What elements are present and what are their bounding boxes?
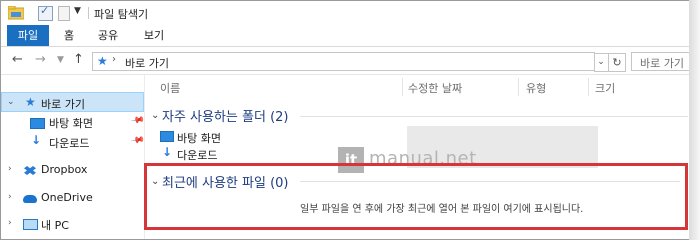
customize-toolbar-icon[interactable]: ▼ <box>74 6 81 16</box>
desktop-icon <box>160 131 174 142</box>
column-header-size[interactable]: 크기 <box>595 80 615 96</box>
window-title: 파일 탐색기 <box>94 8 149 21</box>
sidebar-item-this-pc[interactable]: › 내 PC <box>1 214 144 234</box>
pin-icon[interactable]: 📌 <box>130 134 145 149</box>
column-divider[interactable] <box>518 78 519 96</box>
quick-access-star-icon: ★ <box>97 54 108 68</box>
star-icon: ★ <box>25 95 36 109</box>
column-header-date-modified[interactable]: 수정한 날짜 <box>408 80 462 96</box>
tab-share[interactable]: 공유 <box>93 25 123 46</box>
item-label: 다운로드 <box>177 149 218 162</box>
title-separator <box>88 7 89 19</box>
download-icon: ↓ <box>31 133 42 147</box>
sidebar-item-desktop[interactable]: 바탕 화면 📌 <box>1 112 145 132</box>
desktop-icon <box>30 118 45 129</box>
column-divider[interactable] <box>588 78 589 96</box>
address-bar[interactable]: ★ › 바로 가기 <box>92 52 595 71</box>
navigation-pane: ⌄ ★ 바로 가기 바탕 화면 📌 ↓ 다운로드 📌 › Dropbox › O… <box>1 75 145 239</box>
cloud-icon <box>23 195 37 203</box>
highlight-box <box>144 163 688 230</box>
folder-icon <box>8 6 24 20</box>
expand-chevron-icon[interactable]: › <box>8 218 12 228</box>
properties-icon[interactable] <box>38 4 53 21</box>
tab-file[interactable]: 파일 <box>7 25 49 46</box>
expand-chevron-icon[interactable]: › <box>8 192 12 202</box>
expand-chevron-icon[interactable]: › <box>8 164 12 174</box>
breadcrumb[interactable]: 바로 가기 <box>125 55 169 71</box>
ribbon-tabs: 파일 홈 공유 보기 <box>1 25 698 47</box>
search-input[interactable]: 바로 가기 <box>631 52 693 71</box>
item-label: 바탕 화면 <box>177 132 221 145</box>
sidebar-item-label: 다운로드 <box>49 137 90 150</box>
page-edge-shadow <box>689 0 700 240</box>
sidebar-item-downloads[interactable]: ↓ 다운로드 📌 <box>1 132 145 152</box>
up-arrow-icon[interactable]: ↑ <box>73 52 84 67</box>
sidebar-item-label: 내 PC <box>41 219 69 232</box>
expand-chevron-icon[interactable]: ⌄ <box>7 97 15 107</box>
new-folder-icon[interactable] <box>58 6 70 21</box>
tab-home[interactable]: 홈 <box>57 25 81 46</box>
pin-icon[interactable]: 📌 <box>130 114 145 129</box>
recent-locations-icon[interactable]: ▼ <box>57 55 64 65</box>
address-row: ← → ▼ ↑ ★ › 바로 가기 ⌄ ↻ 바로 가기 <box>1 47 698 75</box>
sidebar-item-label: Dropbox <box>41 163 88 176</box>
dropbox-icon <box>24 166 36 176</box>
title-bar: ▼ 파일 탐색기 <box>1 1 698 25</box>
address-dropdown-icon[interactable]: ⌄ <box>594 53 609 72</box>
column-header-name[interactable]: 이름 <box>160 80 180 96</box>
download-icon: ↓ <box>162 145 173 159</box>
refresh-icon[interactable]: ↻ <box>609 53 626 72</box>
column-header-type[interactable]: 유형 <box>526 80 546 96</box>
sidebar-item-label: 바탕 화면 <box>49 117 93 130</box>
tab-view[interactable]: 보기 <box>139 25 169 46</box>
group-divider <box>300 116 688 117</box>
sidebar-item-onedrive[interactable]: › OneDrive <box>1 188 144 208</box>
sidebar-item-quick-access[interactable]: ⌄ ★ 바로 가기 <box>1 92 144 112</box>
collapse-chevron-icon[interactable]: ⌄ <box>151 110 159 121</box>
back-arrow-icon[interactable]: ← <box>12 52 23 67</box>
sidebar-item-label: 바로 가기 <box>41 98 85 111</box>
sidebar-item-dropbox[interactable]: › Dropbox <box>1 160 144 180</box>
forward-arrow-icon[interactable]: → <box>35 52 46 67</box>
sidebar-item-label: OneDrive <box>41 191 93 204</box>
breadcrumb-chevron-icon[interactable]: › <box>112 54 116 65</box>
group-header-frequent-folders[interactable]: 자주 사용하는 폴더 (2) <box>162 106 289 125</box>
pc-icon <box>23 219 38 230</box>
search-placeholder: 바로 가기 <box>640 57 684 70</box>
column-divider[interactable] <box>402 78 403 96</box>
